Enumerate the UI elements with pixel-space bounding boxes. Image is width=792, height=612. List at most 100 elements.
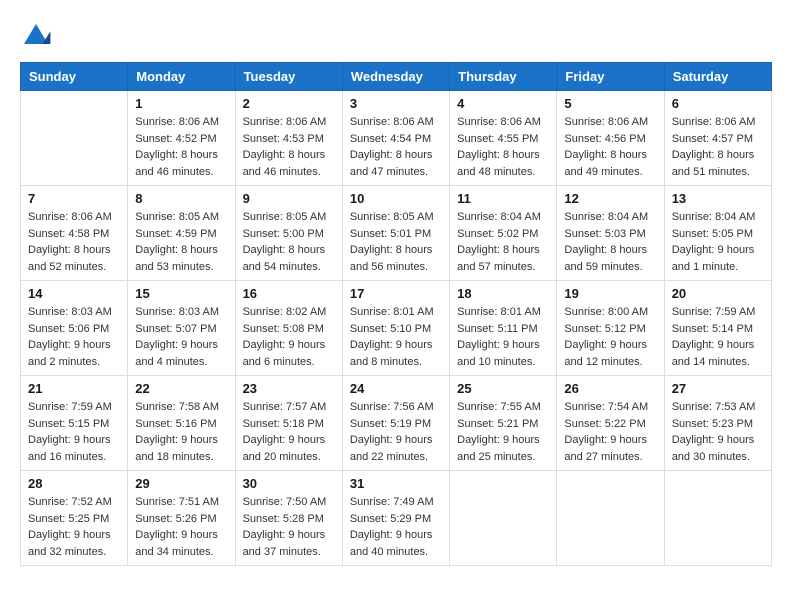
day-number: 7: [28, 191, 120, 206]
calendar-cell: 30 Sunrise: 7:50 AMSunset: 5:28 PMDayligh…: [235, 471, 342, 566]
day-number: 17: [350, 286, 442, 301]
calendar-cell: 29 Sunrise: 7:51 AMSunset: 5:26 PMDayligh…: [128, 471, 235, 566]
day-info: Sunrise: 7:55 AMSunset: 5:21 PMDaylight:…: [457, 399, 549, 465]
week-row-4: 21 Sunrise: 7:59 AMSunset: 5:15 PMDayligh…: [21, 376, 772, 471]
calendar-cell: 12 Sunrise: 8:04 AMSunset: 5:03 PMDayligh…: [557, 186, 664, 281]
day-number: 3: [350, 96, 442, 111]
day-number: 9: [243, 191, 335, 206]
day-info: Sunrise: 8:02 AMSunset: 5:08 PMDaylight:…: [243, 304, 335, 370]
day-info: Sunrise: 8:03 AMSunset: 5:07 PMDaylight:…: [135, 304, 227, 370]
header-wednesday: Wednesday: [342, 63, 449, 91]
day-info: Sunrise: 7:56 AMSunset: 5:19 PMDaylight:…: [350, 399, 442, 465]
day-number: 10: [350, 191, 442, 206]
day-info: Sunrise: 8:03 AMSunset: 5:06 PMDaylight:…: [28, 304, 120, 370]
day-number: 21: [28, 381, 120, 396]
day-info: Sunrise: 8:04 AMSunset: 5:02 PMDaylight:…: [457, 209, 549, 275]
calendar-cell: [21, 91, 128, 186]
calendar-cell: 7 Sunrise: 8:06 AMSunset: 4:58 PMDaylight…: [21, 186, 128, 281]
day-info: Sunrise: 8:04 AMSunset: 5:05 PMDaylight:…: [672, 209, 764, 275]
calendar-cell: 20Sunrise: 7:59 AMSunset: 5:14 PMDayligh…: [664, 281, 771, 376]
day-info: Sunrise: 7:51 AMSunset: 5:26 PMDaylight:…: [135, 494, 227, 560]
calendar-cell: 19 Sunrise: 8:00 AMSunset: 5:12 PMDayligh…: [557, 281, 664, 376]
calendar-cell: 15 Sunrise: 8:03 AMSunset: 5:07 PMDayligh…: [128, 281, 235, 376]
day-number: 19: [564, 286, 656, 301]
logo: [20, 20, 56, 52]
day-info: Sunrise: 8:06 AMSunset: 4:54 PMDaylight:…: [350, 114, 442, 180]
day-info: Sunrise: 8:01 AMSunset: 5:11 PMDaylight:…: [457, 304, 549, 370]
day-number: 4: [457, 96, 549, 111]
calendar-cell: 13 Sunrise: 8:04 AMSunset: 5:05 PMDayligh…: [664, 186, 771, 281]
calendar-cell: 18 Sunrise: 8:01 AMSunset: 5:11 PMDayligh…: [450, 281, 557, 376]
day-number: 30: [243, 476, 335, 491]
day-number: 11: [457, 191, 549, 206]
calendar-cell: 27Sunrise: 7:53 AMSunset: 5:23 PMDayligh…: [664, 376, 771, 471]
calendar-cell: 9Sunrise: 8:05 AMSunset: 5:00 PMDaylight…: [235, 186, 342, 281]
logo-icon: [20, 20, 52, 52]
day-number: 18: [457, 286, 549, 301]
calendar-cell: 22 Sunrise: 7:58 AMSunset: 5:16 PMDayligh…: [128, 376, 235, 471]
calendar-cell: 5 Sunrise: 8:06 AMSunset: 4:56 PMDaylight…: [557, 91, 664, 186]
day-info: Sunrise: 8:05 AMSunset: 5:01 PMDaylight:…: [350, 209, 442, 275]
day-info: Sunrise: 8:06 AMSunset: 4:56 PMDaylight:…: [564, 114, 656, 180]
day-info: Sunrise: 8:05 AMSunset: 4:59 PMDaylight:…: [135, 209, 227, 275]
day-number: 25: [457, 381, 549, 396]
calendar-cell: 16 Sunrise: 8:02 AMSunset: 5:08 PMDayligh…: [235, 281, 342, 376]
day-number: 23: [243, 381, 335, 396]
calendar-cell: 3 Sunrise: 8:06 AMSunset: 4:54 PMDaylight…: [342, 91, 449, 186]
week-row-1: 1Sunrise: 8:06 AMSunset: 4:52 PMDaylight…: [21, 91, 772, 186]
day-number: 31: [350, 476, 442, 491]
calendar-cell: [664, 471, 771, 566]
weekday-header-row: Sunday Monday Tuesday Wednesday Thursday…: [21, 63, 772, 91]
week-row-3: 14Sunrise: 8:03 AMSunset: 5:06 PMDayligh…: [21, 281, 772, 376]
header-tuesday: Tuesday: [235, 63, 342, 91]
day-info: Sunrise: 7:59 AMSunset: 5:14 PMDaylight:…: [672, 304, 764, 370]
day-number: 22: [135, 381, 227, 396]
day-info: Sunrise: 7:59 AMSunset: 5:15 PMDaylight:…: [28, 399, 120, 465]
calendar-cell: 1Sunrise: 8:06 AMSunset: 4:52 PMDaylight…: [128, 91, 235, 186]
calendar-cell: 25 Sunrise: 7:55 AMSunset: 5:21 PMDayligh…: [450, 376, 557, 471]
calendar-cell: 28Sunrise: 7:52 AMSunset: 5:25 PMDayligh…: [21, 471, 128, 566]
day-info: Sunrise: 8:06 AMSunset: 4:52 PMDaylight:…: [135, 114, 227, 180]
header-saturday: Saturday: [664, 63, 771, 91]
week-row-5: 28Sunrise: 7:52 AMSunset: 5:25 PMDayligh…: [21, 471, 772, 566]
week-row-2: 7 Sunrise: 8:06 AMSunset: 4:58 PMDaylight…: [21, 186, 772, 281]
calendar-cell: 17Sunrise: 8:01 AMSunset: 5:10 PMDayligh…: [342, 281, 449, 376]
calendar-cell: 8 Sunrise: 8:05 AMSunset: 4:59 PMDaylight…: [128, 186, 235, 281]
day-info: Sunrise: 7:49 AMSunset: 5:29 PMDaylight:…: [350, 494, 442, 560]
calendar-cell: 4 Sunrise: 8:06 AMSunset: 4:55 PMDaylight…: [450, 91, 557, 186]
day-info: Sunrise: 8:00 AMSunset: 5:12 PMDaylight:…: [564, 304, 656, 370]
day-number: 13: [672, 191, 764, 206]
header-thursday: Thursday: [450, 63, 557, 91]
day-info: Sunrise: 7:57 AMSunset: 5:18 PMDaylight:…: [243, 399, 335, 465]
calendar-cell: 14Sunrise: 8:03 AMSunset: 5:06 PMDayligh…: [21, 281, 128, 376]
calendar-cell: 31 Sunrise: 7:49 AMSunset: 5:29 PMDayligh…: [342, 471, 449, 566]
calendar-cell: 2Sunrise: 8:06 AMSunset: 4:53 PMDaylight…: [235, 91, 342, 186]
day-info: Sunrise: 8:06 AMSunset: 4:58 PMDaylight:…: [28, 209, 120, 275]
calendar-cell: 21 Sunrise: 7:59 AMSunset: 5:15 PMDayligh…: [21, 376, 128, 471]
day-number: 27: [672, 381, 764, 396]
day-info: Sunrise: 7:50 AMSunset: 5:28 PMDaylight:…: [243, 494, 335, 560]
day-number: 15: [135, 286, 227, 301]
day-number: 6: [672, 96, 764, 111]
calendar-cell: 10 Sunrise: 8:05 AMSunset: 5:01 PMDayligh…: [342, 186, 449, 281]
day-info: Sunrise: 8:06 AMSunset: 4:55 PMDaylight:…: [457, 114, 549, 180]
calendar-cell: 23 Sunrise: 7:57 AMSunset: 5:18 PMDayligh…: [235, 376, 342, 471]
header-sunday: Sunday: [21, 63, 128, 91]
page-header: [20, 20, 772, 52]
day-number: 8: [135, 191, 227, 206]
calendar-cell: [450, 471, 557, 566]
calendar-cell: 6 Sunrise: 8:06 AMSunset: 4:57 PMDaylight…: [664, 91, 771, 186]
day-info: Sunrise: 7:52 AMSunset: 5:25 PMDaylight:…: [28, 494, 120, 560]
day-info: Sunrise: 7:54 AMSunset: 5:22 PMDaylight:…: [564, 399, 656, 465]
calendar-cell: 26 Sunrise: 7:54 AMSunset: 5:22 PMDayligh…: [557, 376, 664, 471]
calendar-cell: 24Sunrise: 7:56 AMSunset: 5:19 PMDayligh…: [342, 376, 449, 471]
day-number: 26: [564, 381, 656, 396]
calendar-table: Sunday Monday Tuesday Wednesday Thursday…: [20, 62, 772, 566]
day-info: Sunrise: 8:04 AMSunset: 5:03 PMDaylight:…: [564, 209, 656, 275]
day-number: 29: [135, 476, 227, 491]
day-info: Sunrise: 8:06 AMSunset: 4:57 PMDaylight:…: [672, 114, 764, 180]
day-info: Sunrise: 7:58 AMSunset: 5:16 PMDaylight:…: [135, 399, 227, 465]
day-number: 12: [564, 191, 656, 206]
day-number: 5: [564, 96, 656, 111]
day-number: 16: [243, 286, 335, 301]
